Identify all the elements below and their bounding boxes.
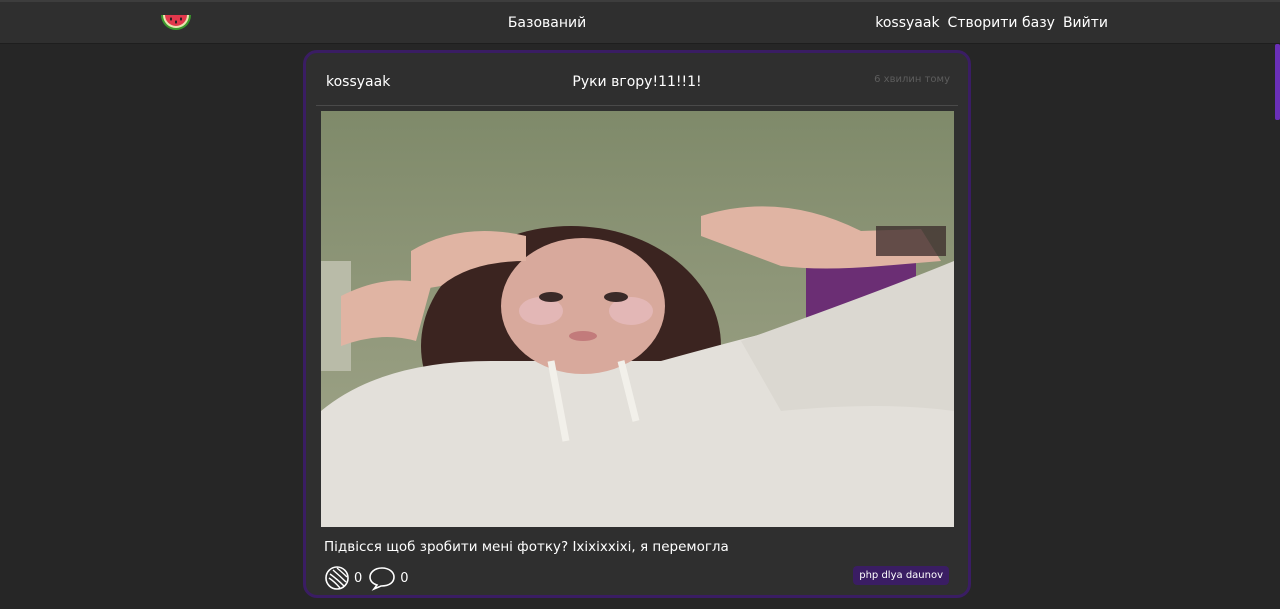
post-tag[interactable]: php dlya daunov xyxy=(853,566,949,585)
post-photo[interactable] xyxy=(321,111,954,527)
scrollbar-thumb[interactable] xyxy=(1275,44,1280,120)
like-button[interactable]: 0 xyxy=(324,565,362,591)
post-actions: 0 0 xyxy=(324,565,409,591)
post-card: kossyaak Руки вгору!11!!1! 6 хвилин тому xyxy=(303,50,971,598)
nav-create-db-link[interactable]: Створити базу xyxy=(948,15,1055,31)
nav-links: kossyaak Створити базу Вийти xyxy=(875,15,1108,31)
post-title: Руки вгору!11!!1! xyxy=(572,74,702,90)
nav-username-link[interactable]: kossyaak xyxy=(875,15,939,31)
comment-button[interactable]: 0 xyxy=(368,565,409,591)
post-timestamp: 6 хвилин тому xyxy=(874,74,950,85)
post-caption: Підвісся щоб зробити мені фотку? Іхіхіхx… xyxy=(324,539,729,555)
comment-count: 0 xyxy=(400,570,409,586)
top-navbar: Базований kossyaak Створити базу Вийти xyxy=(0,0,1280,44)
like-count: 0 xyxy=(354,570,363,586)
speech-bubble-icon xyxy=(369,567,396,591)
watermelon-slice-icon xyxy=(325,566,349,590)
nav-logout-link[interactable]: Вийти xyxy=(1063,15,1108,31)
post-header: kossyaak Руки вгору!11!!1! 6 хвилин тому xyxy=(316,53,958,106)
